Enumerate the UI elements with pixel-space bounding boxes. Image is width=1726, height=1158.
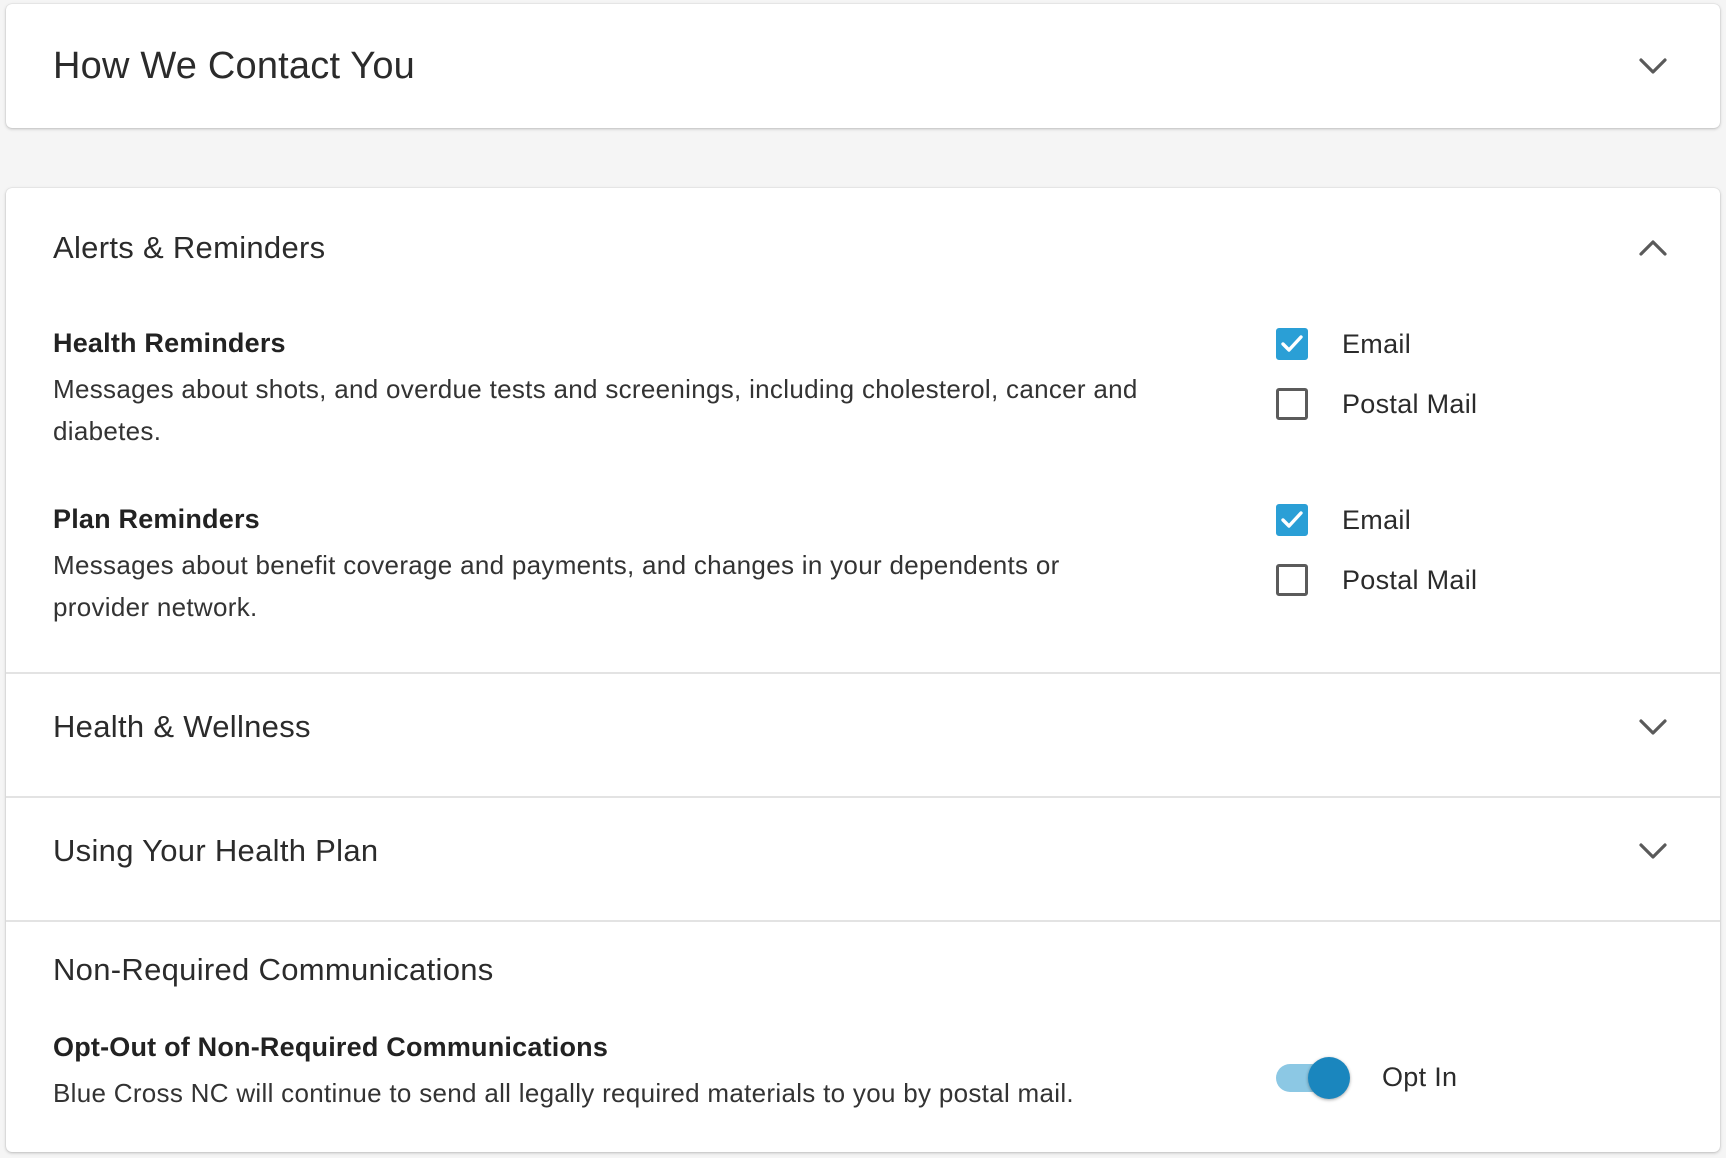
toggle-knob[interactable] (1308, 1056, 1350, 1099)
chevron-down-icon[interactable] (1633, 46, 1673, 86)
how-we-contact-you-title: How We Contact You (53, 44, 416, 87)
opt-out-description: Blue Cross NC will continue to send all … (53, 1078, 1074, 1108)
non-required-communications-header: Non-Required Communications (53, 944, 1673, 996)
checkmark-icon (1281, 511, 1303, 528)
health-reminders-postal-checkbox[interactable] (1276, 388, 1308, 420)
plan-reminders-postal-label: Postal Mail (1342, 564, 1478, 595)
section-divider (6, 920, 1720, 922)
health-reminders-description: Messages about shots, and overdue tests … (53, 374, 1138, 446)
opt-out-row: Opt-Out of Non-Required Communications B… (53, 1032, 1673, 1122)
section-divider (6, 672, 1720, 674)
chevron-down-icon[interactable] (1633, 707, 1673, 747)
section-divider (6, 796, 1720, 798)
using-health-plan-header[interactable]: Using Your Health Plan (53, 820, 1673, 882)
chevron-down-icon[interactable] (1633, 831, 1673, 871)
opt-out-title: Opt-Out of Non-Required Communications (53, 1032, 609, 1062)
opt-in-label: Opt In (1382, 1062, 1458, 1092)
health-reminders-email-checkbox[interactable] (1276, 328, 1308, 360)
plan-reminders-postal-checkbox[interactable] (1276, 564, 1308, 596)
health-reminders-row: Health Reminders Messages about shots, a… (53, 328, 1673, 458)
plan-reminders-title: Plan Reminders (53, 504, 260, 534)
how-we-contact-you-card: How We Contact You (6, 4, 1720, 128)
plan-reminders-email-checkbox[interactable] (1276, 504, 1308, 536)
plan-reminders-row: Plan Reminders Messages about benefit co… (53, 504, 1673, 634)
how-we-contact-you-header[interactable]: How We Contact You (53, 34, 1673, 98)
checkmark-icon (1281, 335, 1303, 352)
preferences-card: Alerts & Reminders Health Reminders Mess… (6, 188, 1720, 1152)
health-wellness-header[interactable]: Health & Wellness (53, 696, 1673, 758)
plan-reminders-email-option[interactable]: Email (1276, 504, 1411, 536)
plan-reminders-description: Messages about benefit coverage and paym… (53, 550, 1060, 622)
plan-reminders-postal-option[interactable]: Postal Mail (1276, 564, 1477, 596)
health-reminders-postal-label: Postal Mail (1342, 388, 1478, 419)
toggle-track[interactable] (1276, 1056, 1350, 1099)
health-reminders-title: Health Reminders (53, 328, 286, 358)
health-reminders-email-label: Email (1342, 328, 1412, 359)
non-required-communications-title: Non-Required Communications (53, 952, 494, 987)
chevron-up-icon[interactable] (1633, 228, 1673, 268)
plan-reminders-email-label: Email (1342, 504, 1412, 535)
using-health-plan-title: Using Your Health Plan (53, 833, 379, 868)
alerts-reminders-header[interactable]: Alerts & Reminders (53, 222, 1673, 274)
opt-in-toggle[interactable]: Opt In (1276, 1056, 1458, 1099)
health-reminders-email-option[interactable]: Email (1276, 328, 1411, 360)
health-reminders-postal-option[interactable]: Postal Mail (1276, 388, 1477, 420)
alerts-reminders-title: Alerts & Reminders (53, 230, 326, 265)
health-wellness-title: Health & Wellness (53, 709, 311, 744)
